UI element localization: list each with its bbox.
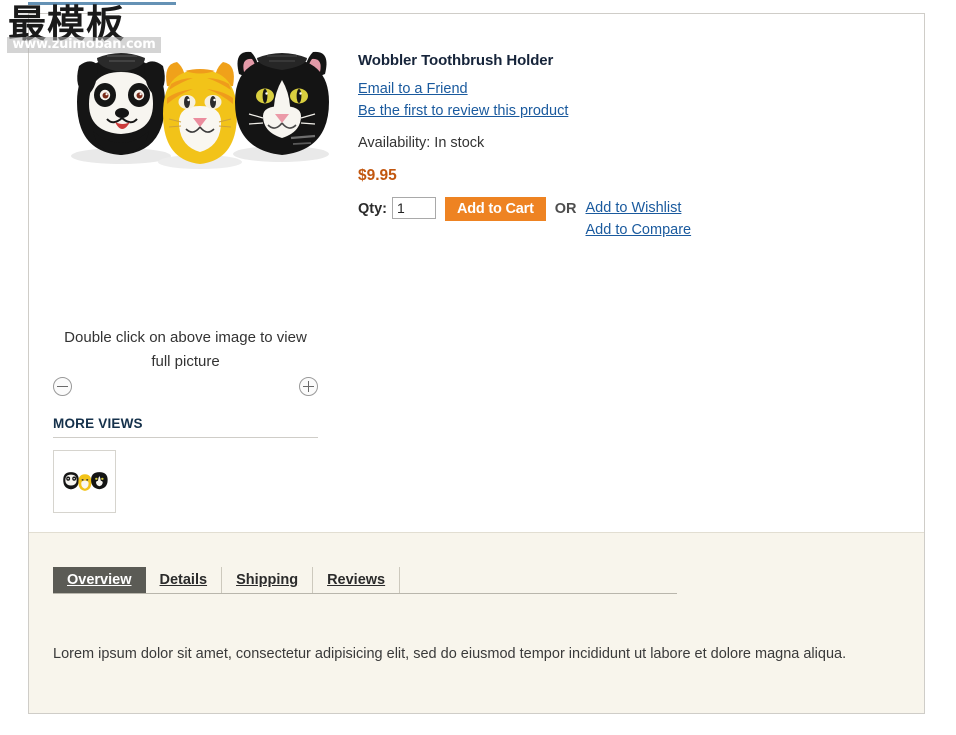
product-price: $9.95 xyxy=(358,167,397,184)
alternate-actions: Add to Wishlist Add to Compare xyxy=(586,197,692,241)
minus-circle-icon[interactable] xyxy=(53,377,72,396)
more-views-thumbnail[interactable] xyxy=(53,450,116,513)
product-media-column: Double click on above image to view full… xyxy=(53,34,348,513)
tab-reviews[interactable]: Reviews xyxy=(313,567,401,593)
tab-panel-content: Lorem ipsum dolor sit amet, consectetur … xyxy=(53,646,847,662)
more-views-heading: MORE VIEWS xyxy=(53,416,318,438)
tab-details[interactable]: Details xyxy=(146,567,223,593)
product-page-container: Double click on above image to view full… xyxy=(28,13,925,714)
add-to-wishlist-link[interactable]: Add to Wishlist xyxy=(586,197,682,219)
tab-shipping[interactable]: Shipping xyxy=(222,567,314,593)
more-views-thumbnail-list xyxy=(53,450,348,513)
tab-overview[interactable]: Overview xyxy=(53,567,146,593)
availability-status: Availability: In stock xyxy=(358,135,485,151)
or-separator-text: OR xyxy=(554,201,577,217)
add-to-cart-button[interactable]: Add to Cart xyxy=(445,197,546,221)
email-to-friend-link[interactable]: Email to a Friend xyxy=(358,78,468,100)
write-review-link[interactable]: Be the first to review this product xyxy=(358,100,568,122)
product-main-image[interactable] xyxy=(53,34,348,324)
image-zoom-controls xyxy=(53,377,318,403)
product-title: Wobbler Toothbrush Holder xyxy=(358,52,554,69)
purchase-controls: Qty: Add to Cart OR Add to Wishlist Add … xyxy=(358,197,878,241)
product-tabs-section: Overview Details Shipping Reviews Our ne… xyxy=(29,532,924,713)
zoom-instruction-text: Double click on above image to view full… xyxy=(64,329,307,370)
product-info-column: Wobbler Toothbrush Holder Email to a Fri… xyxy=(358,52,878,241)
watermark-top-rule xyxy=(28,2,176,5)
product-tabs-bar: Overview Details Shipping Reviews xyxy=(53,567,677,594)
quantity-input[interactable] xyxy=(392,197,436,219)
add-to-compare-link[interactable]: Add to Compare xyxy=(586,219,692,241)
plus-circle-icon[interactable] xyxy=(299,377,318,396)
product-main-area: Double click on above image to view full… xyxy=(29,14,924,532)
quantity-label: Qty: xyxy=(358,201,387,217)
